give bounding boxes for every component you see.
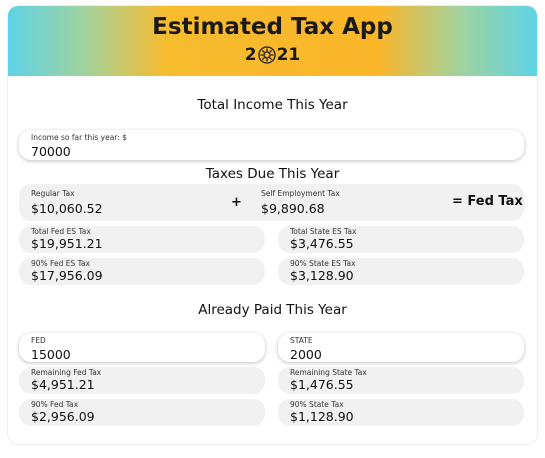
fed-paid-input[interactable] xyxy=(31,347,231,362)
app-title: Estimated Tax App xyxy=(152,14,393,40)
sun-icon xyxy=(257,46,276,64)
se-tax-block: Self Employment Tax $9,890.68 xyxy=(249,184,429,221)
year-display: 2 21 xyxy=(8,45,537,65)
total-fed-es-tax-value: $19,951.21 xyxy=(31,236,103,251)
fed-90-es-tax-label: 90% Fed ES Tax xyxy=(31,259,90,268)
regular-tax-block: Regular Tax $10,060.52 xyxy=(19,184,219,221)
fed-90-tax-value: $2,956.09 xyxy=(31,409,95,424)
regular-tax-label: Regular Tax xyxy=(31,189,75,198)
fed-90-es-tax-value: $17,956.09 xyxy=(31,268,103,283)
remaining-state-tax-card: Remaining State Tax $1,476.55 xyxy=(278,367,524,394)
app-window: Estimated Tax App 2 21 Total Income This… xyxy=(8,6,537,444)
fed-90-tax-label: 90% Fed Tax xyxy=(31,400,79,409)
se-tax-label: Self Employment Tax xyxy=(261,189,340,198)
state-90-es-tax-label: 90% State ES Tax xyxy=(290,259,356,268)
remaining-fed-tax-value: $4,951.21 xyxy=(31,377,95,392)
equals-fed-tax-label: = Fed Tax xyxy=(452,194,523,209)
fed-tax-breakdown-card: Regular Tax $10,060.52 + Self Employment… xyxy=(19,184,524,221)
year-prefix: 2 xyxy=(244,45,257,65)
state-90-es-tax-card: 90% State ES Tax $3,128.90 xyxy=(278,258,524,285)
total-fed-es-tax-card: Total Fed ES Tax $19,951.21 xyxy=(19,226,265,253)
remaining-state-tax-label: Remaining State Tax xyxy=(290,368,367,377)
fed-90-tax-card: 90% Fed Tax $2,956.09 xyxy=(19,399,265,426)
fed-90-es-tax-card: 90% Fed ES Tax $17,956.09 xyxy=(19,258,265,285)
remaining-fed-tax-label: Remaining Fed Tax xyxy=(31,368,102,377)
income-field[interactable]: Income so far this year: $ xyxy=(19,130,524,160)
state-paid-label: STATE xyxy=(290,336,313,345)
fed-paid-label: FED xyxy=(31,336,46,345)
state-90-tax-value: $1,128.90 xyxy=(290,409,354,424)
total-state-es-tax-value: $3,476.55 xyxy=(290,236,354,251)
state-paid-field[interactable]: STATE xyxy=(278,333,524,362)
se-tax-value: $9,890.68 xyxy=(261,201,325,216)
total-fed-es-tax-label: Total Fed ES Tax xyxy=(31,227,91,236)
income-label: Income so far this year: $ xyxy=(31,133,127,142)
regular-tax-value: $10,060.52 xyxy=(31,201,103,216)
income-section-title: Total Income This Year xyxy=(197,97,348,113)
state-90-tax-card: 90% State Tax $1,128.90 xyxy=(278,399,524,426)
state-paid-input[interactable] xyxy=(290,347,490,362)
year-suffix: 21 xyxy=(276,45,301,65)
income-input[interactable] xyxy=(31,144,231,159)
state-90-tax-label: 90% State Tax xyxy=(290,400,344,409)
fed-paid-field[interactable]: FED xyxy=(19,333,265,362)
total-state-es-tax-label: Total State ES Tax xyxy=(290,227,357,236)
app-header: Estimated Tax App 2 21 xyxy=(8,6,537,76)
remaining-state-tax-value: $1,476.55 xyxy=(290,377,354,392)
remaining-fed-tax-card: Remaining Fed Tax $4,951.21 xyxy=(19,367,265,394)
total-state-es-tax-card: Total State ES Tax $3,476.55 xyxy=(278,226,524,253)
paid-section-title: Already Paid This Year xyxy=(198,302,347,318)
plus-sign: + xyxy=(231,195,242,210)
taxes-due-section-title: Taxes Due This Year xyxy=(205,166,340,182)
state-90-es-tax-value: $3,128.90 xyxy=(290,268,354,283)
